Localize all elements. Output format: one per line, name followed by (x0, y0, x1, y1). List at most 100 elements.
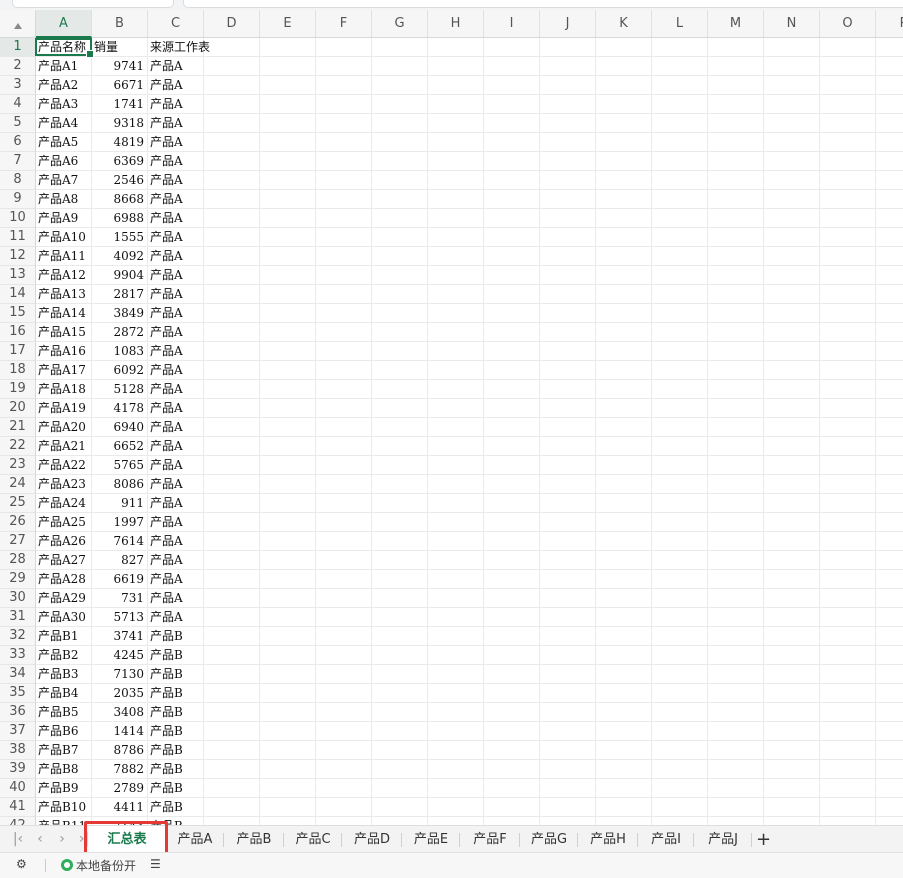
cell-sales[interactable]: 4819 (92, 133, 144, 151)
cell-source-sheet[interactable]: 产品A (150, 190, 183, 208)
cell-sales[interactable]: 9741 (92, 57, 144, 75)
cell-product-name[interactable]: 产品B11 (38, 817, 86, 825)
row-header[interactable]: 5 (0, 114, 35, 133)
cell-product-name[interactable]: 产品A25 (38, 513, 86, 531)
cell-source-sheet[interactable]: 产品A (150, 475, 183, 493)
cell-sales[interactable]: 4178 (92, 399, 144, 417)
sheet-tab-产品H[interactable]: 产品H (580, 826, 636, 853)
cell-sales[interactable]: 2789 (92, 779, 144, 797)
column-header-m[interactable]: M (708, 10, 764, 37)
cell-product-name[interactable]: 产品A1 (38, 57, 78, 75)
cell-product-name[interactable]: 产品A16 (38, 342, 86, 360)
cell-sales[interactable]: 7882 (92, 760, 144, 778)
cell-sales[interactable]: 6092 (92, 361, 144, 379)
cell-sales[interactable]: 销量 (94, 38, 118, 56)
cell-product-name[interactable]: 产品A7 (38, 171, 78, 189)
cell-sales[interactable]: 1741 (92, 95, 144, 113)
cell-product-name[interactable]: 产品名称 (38, 38, 86, 56)
cell-sales[interactable]: 8786 (92, 741, 144, 759)
prev-sheet-icon[interactable]: ‹ (32, 831, 48, 847)
cell-sales[interactable]: 8086 (92, 475, 144, 493)
cell-source-sheet[interactable]: 产品A (150, 171, 183, 189)
cell-sales[interactable]: 6369 (92, 152, 144, 170)
sheet-tab-产品A[interactable]: 产品A (168, 826, 222, 853)
list-view-icon[interactable]: ☰ (150, 857, 161, 871)
cell-source-sheet[interactable]: 产品B (150, 627, 183, 645)
row-header[interactable]: 15 (0, 304, 35, 323)
backup-status-label[interactable]: 本地备份开 (76, 857, 136, 874)
cell-product-name[interactable]: 产品B3 (38, 665, 78, 683)
column-header-f[interactable]: F (316, 10, 372, 37)
cell-product-name[interactable]: 产品A26 (38, 532, 86, 550)
cell-sales[interactable]: 911 (92, 494, 144, 512)
cell-product-name[interactable]: 产品A13 (38, 285, 86, 303)
row-header[interactable]: 18 (0, 361, 35, 380)
cell-sales[interactable]: 3741 (92, 627, 144, 645)
cell-product-name[interactable]: 产品A21 (38, 437, 86, 455)
cell-sales[interactable]: 4411 (92, 798, 144, 816)
cell-sales[interactable]: 827 (92, 551, 144, 569)
column-header-b[interactable]: B (92, 10, 148, 37)
cell-sales[interactable]: 1997 (92, 513, 144, 531)
cell-source-sheet[interactable]: 产品A (150, 209, 183, 227)
cell-product-name[interactable]: 产品A14 (38, 304, 86, 322)
cell-sales[interactable]: 1083 (92, 342, 144, 360)
cell-product-name[interactable]: 产品A19 (38, 399, 86, 417)
cell-source-sheet[interactable]: 产品A (150, 437, 183, 455)
cell-source-sheet[interactable]: 产品B (150, 684, 183, 702)
cell-source-sheet[interactable]: 产品B (150, 703, 183, 721)
cell-sales[interactable]: 9904 (92, 266, 144, 284)
row-header[interactable]: 19 (0, 380, 35, 399)
column-header-l[interactable]: L (652, 10, 708, 37)
row-header[interactable]: 2 (0, 57, 35, 76)
row-header[interactable]: 3 (0, 76, 35, 95)
cell-product-name[interactable]: 产品A11 (38, 247, 86, 265)
row-header[interactable]: 27 (0, 532, 35, 551)
status-settings-icon[interactable]: ⚙ (16, 857, 27, 871)
row-header[interactable]: 6 (0, 133, 35, 152)
cell-product-name[interactable]: 产品B9 (38, 779, 78, 797)
cell-source-sheet[interactable]: 产品A (150, 133, 183, 151)
row-header[interactable]: 14 (0, 285, 35, 304)
sheet-tab-产品I[interactable]: 产品I (640, 826, 692, 853)
column-header-i[interactable]: I (484, 10, 540, 37)
cell-sales[interactable]: 6652 (92, 437, 144, 455)
cell-source-sheet[interactable]: 产品A (150, 247, 183, 265)
cell-source-sheet[interactable]: 产品A (150, 228, 183, 246)
sheet-tab-产品E[interactable]: 产品E (404, 826, 458, 853)
cell-source-sheet[interactable]: 产品B (150, 779, 183, 797)
cell-sales[interactable]: 2035 (92, 684, 144, 702)
column-header-h[interactable]: H (428, 10, 484, 37)
cell-sales[interactable]: 1555 (92, 228, 144, 246)
cell-source-sheet[interactable]: 产品A (150, 361, 183, 379)
cell-source-sheet[interactable]: 产品A (150, 285, 183, 303)
cell-product-name[interactable]: 产品A30 (38, 608, 86, 626)
cell-source-sheet[interactable]: 产品B (150, 665, 183, 683)
cell-source-sheet[interactable]: 产品A (150, 323, 183, 341)
row-header[interactable]: 36 (0, 703, 35, 722)
cell-source-sheet[interactable]: 产品B (150, 722, 183, 740)
cell-source-sheet[interactable]: 产品B (150, 760, 183, 778)
cell-product-name[interactable]: 产品A17 (38, 361, 86, 379)
row-header[interactable]: 20 (0, 399, 35, 418)
cell-source-sheet[interactable]: 产品A (150, 266, 183, 284)
column-header-d[interactable]: D (204, 10, 260, 37)
row-header[interactable]: 24 (0, 475, 35, 494)
row-header[interactable]: 39 (0, 760, 35, 779)
cell-source-sheet[interactable]: 产品A (150, 152, 183, 170)
cell-product-name[interactable]: 产品A2 (38, 76, 78, 94)
cell-sales[interactable]: 5765 (92, 456, 144, 474)
row-header[interactable]: 22 (0, 437, 35, 456)
row-header[interactable]: 13 (0, 266, 35, 285)
cell-sales[interactable]: 6940 (92, 418, 144, 436)
row-header[interactable]: 34 (0, 665, 35, 684)
cell-sales[interactable]: 3408 (92, 703, 144, 721)
cell-product-name[interactable]: 产品B6 (38, 722, 78, 740)
cell-source-sheet[interactable]: 产品B (150, 798, 183, 816)
row-header[interactable]: 10 (0, 209, 35, 228)
cell-sales[interactable]: 3849 (92, 304, 144, 322)
cell-source-sheet[interactable]: 产品A (150, 76, 183, 94)
formula-bar[interactable] (183, 0, 903, 8)
sheet-tab-产品J[interactable]: 产品J (696, 826, 750, 853)
cell-product-name[interactable]: 产品A8 (38, 190, 78, 208)
